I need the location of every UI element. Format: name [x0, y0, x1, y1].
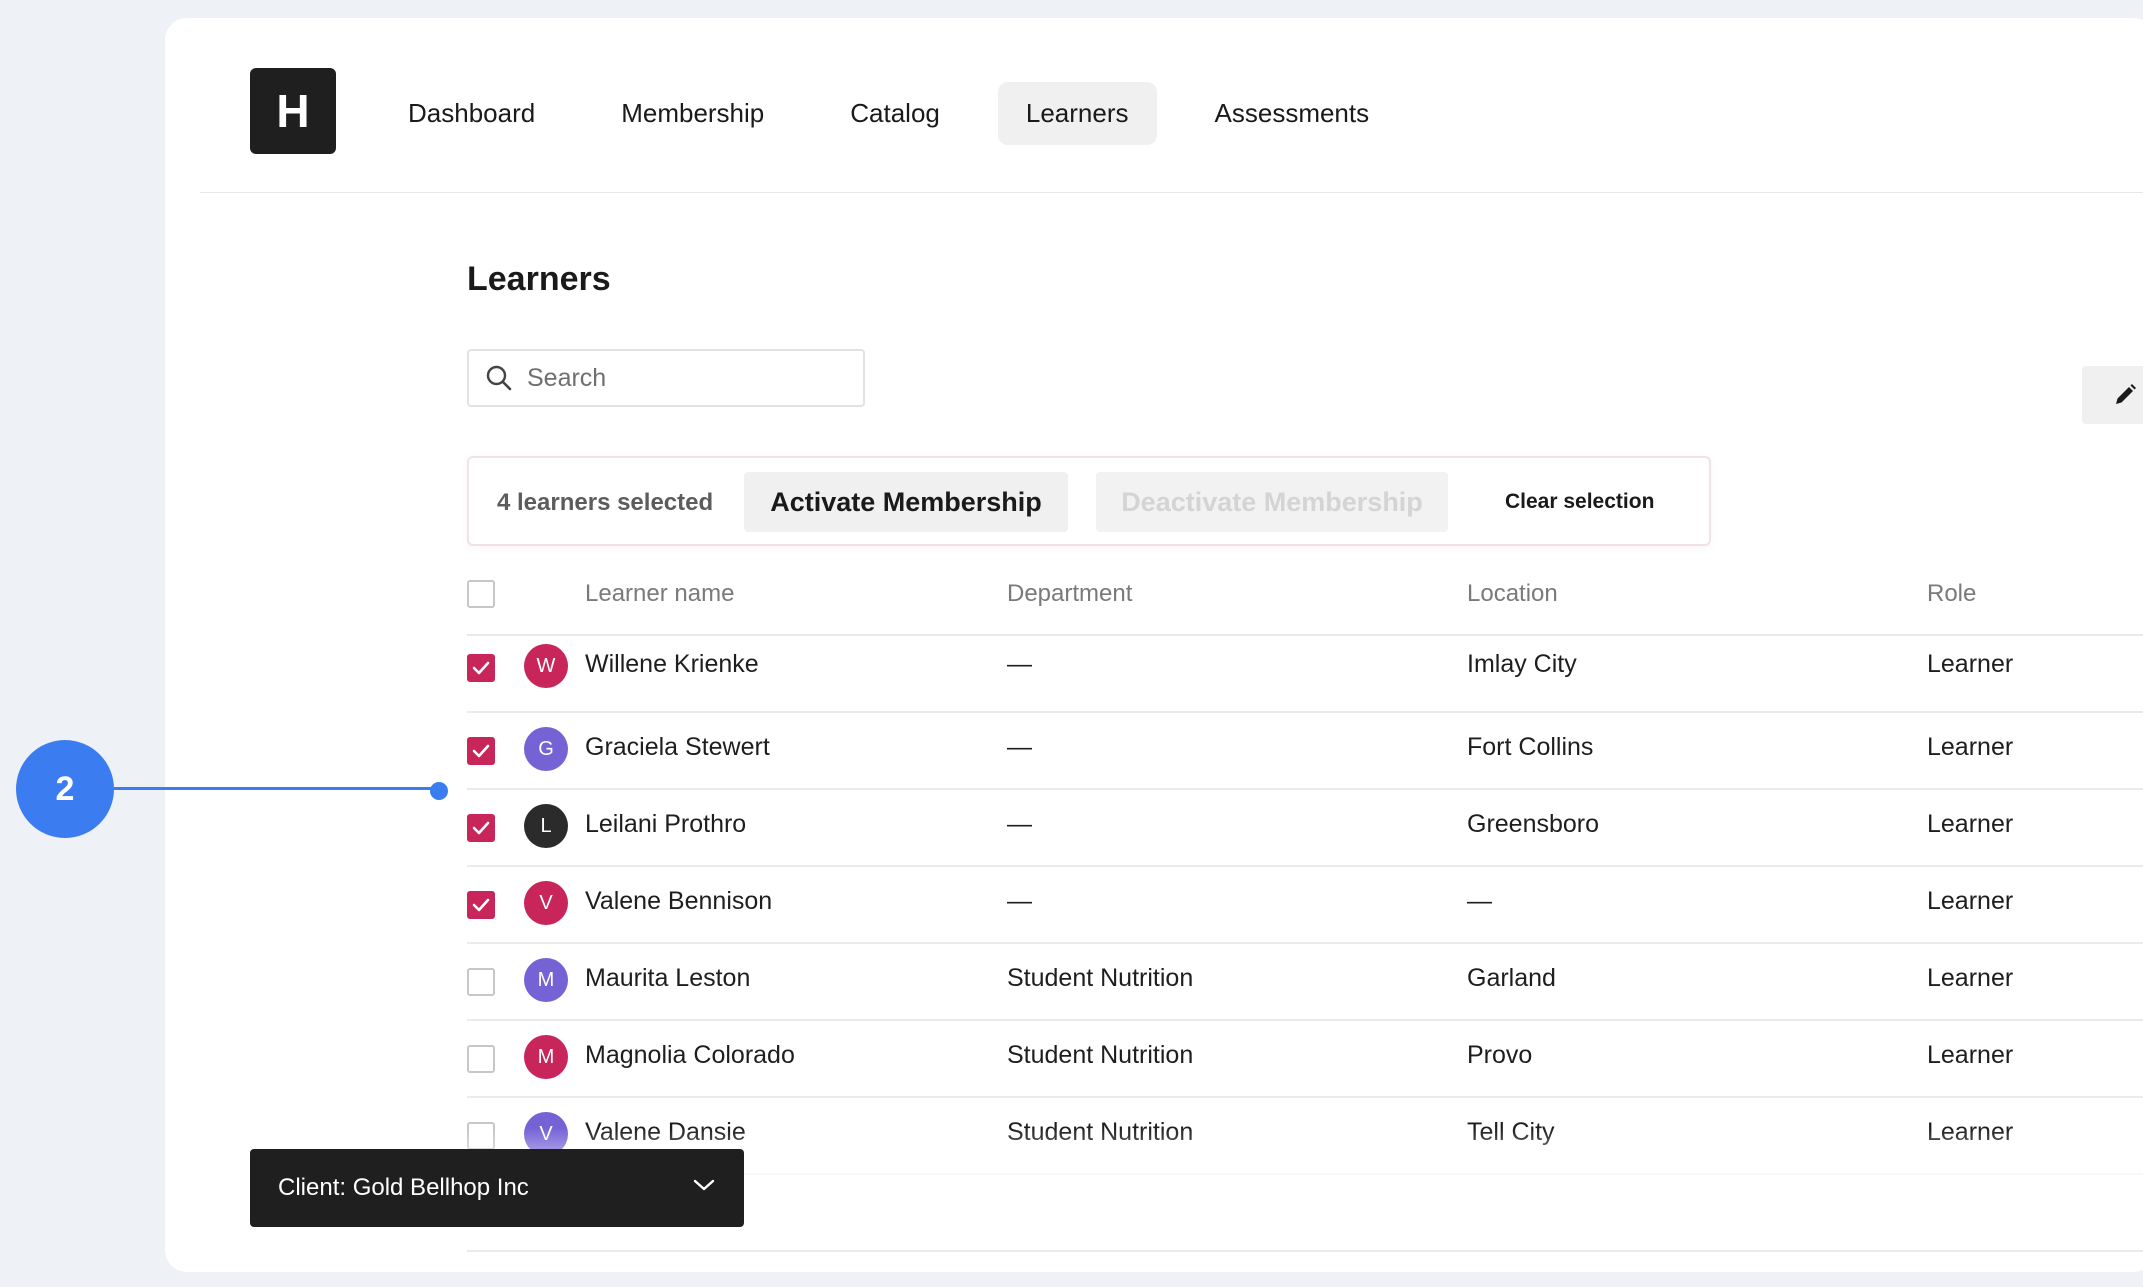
- learner-name[interactable]: Willene Krienke: [585, 650, 759, 679]
- selected-count: 4 learners selected: [497, 489, 714, 516]
- row-checkbox[interactable]: [467, 737, 495, 765]
- clear-selection-button[interactable]: Clear selection: [1505, 490, 1654, 514]
- department-cell: Student Nutrition: [1007, 1041, 1194, 1069]
- checkmark-icon: [472, 661, 490, 675]
- nav-learners[interactable]: Learners: [997, 82, 1157, 145]
- app-logo[interactable]: H: [250, 68, 336, 154]
- learner-name[interactable]: Leilani Prothro: [585, 810, 746, 839]
- activate-membership-button[interactable]: Activate Membership: [744, 472, 1068, 532]
- edit-button[interactable]: [2082, 366, 2143, 424]
- callout-connector: [114, 787, 440, 790]
- row-checkbox[interactable]: [467, 814, 495, 842]
- learner-name[interactable]: Magnolia Colorado: [585, 1041, 795, 1070]
- role-cell: Learner: [1927, 1195, 2014, 1223]
- client-label: Client: Gold Bellhop Inc: [278, 1174, 529, 1201]
- department-cell: Student Nutrition: [1007, 1118, 1194, 1146]
- nav-assessments[interactable]: Assessments: [1187, 82, 1398, 145]
- header-divider: [200, 192, 2143, 193]
- chevron-down-icon: [693, 1179, 715, 1191]
- role-cell: Learner: [1927, 887, 2014, 915]
- bulk-action-bar: 4 learners selected Activate Membership …: [467, 456, 1711, 546]
- role-cell: Learner: [1927, 964, 2014, 992]
- avatar: M: [524, 1035, 568, 1079]
- table-header: Learner name Department Location Role: [467, 558, 2143, 636]
- search-icon: [486, 365, 512, 391]
- nav-membership[interactable]: Membership: [593, 82, 792, 145]
- role-cell: Learner: [1927, 650, 2014, 678]
- table-row[interactable]: W Willene Krienke — Imlay City Learner: [467, 636, 2143, 713]
- deactivate-membership-button[interactable]: Deactivate Membership: [1096, 472, 1448, 532]
- row-checkbox[interactable]: [467, 1045, 495, 1073]
- table-row[interactable]: V Valene Bennison — — Learner: [467, 867, 2143, 944]
- location-cell: Provo: [1467, 1041, 1533, 1069]
- main-card: H Dashboard Membership Catalog Learners …: [165, 18, 2143, 1272]
- location-cell: Garland: [1467, 964, 1556, 992]
- table-row[interactable]: M Magnolia Colorado Student Nutrition Provo…: [467, 1021, 2143, 1098]
- avatar: L: [524, 804, 568, 848]
- row-checkbox[interactable]: [467, 654, 495, 682]
- column-header-name[interactable]: Learner name: [585, 580, 734, 608]
- department-cell: Student Nutrition: [1007, 964, 1194, 992]
- role-cell: Learner: [1927, 1118, 2014, 1146]
- location-cell: Greensboro: [1467, 810, 1600, 838]
- column-header-role[interactable]: Role: [1927, 580, 1976, 608]
- logo-letter: H: [276, 85, 310, 137]
- department-cell: AUS: [1007, 1195, 1059, 1223]
- row-checkbox[interactable]: [467, 968, 495, 996]
- avatar: V: [524, 881, 568, 925]
- row-checkbox[interactable]: [467, 1122, 495, 1150]
- learner-name[interactable]: Valene Dansie: [585, 1118, 746, 1147]
- location-cell: New York: [1467, 1195, 1573, 1223]
- table-row[interactable]: L Leilani Prothro — Greensboro Learner: [467, 790, 2143, 867]
- pencil-icon: [2116, 384, 2136, 404]
- learner-name[interactable]: Graciela Stewert: [585, 733, 770, 762]
- row-checkbox[interactable]: [467, 891, 495, 919]
- select-all-checkbox[interactable]: [467, 580, 495, 608]
- table-row[interactable]: M Maurita Leston Student Nutrition Garland L…: [467, 944, 2143, 1021]
- role-cell: Learner: [1927, 1041, 2014, 1069]
- table-row[interactable]: G Graciela Stewert — Fort Collins Learner: [467, 713, 2143, 790]
- department-cell: —: [1007, 733, 1032, 761]
- search-input[interactable]: [525, 362, 849, 394]
- role-cell: Learner: [1927, 810, 2014, 838]
- department-cell: —: [1007, 887, 1032, 915]
- column-header-department[interactable]: Department: [1007, 580, 1132, 608]
- department-cell: —: [1007, 810, 1032, 838]
- department-cell: —: [1007, 650, 1032, 678]
- checkmark-icon: [472, 744, 490, 758]
- location-cell: Tell City: [1467, 1118, 1555, 1146]
- column-header-location[interactable]: Location: [1467, 580, 1558, 608]
- learner-name[interactable]: Valene Bennison: [585, 887, 772, 916]
- page-title: Learners: [467, 260, 611, 298]
- avatar: W: [524, 644, 568, 688]
- location-cell: Fort Collins: [1467, 733, 1594, 761]
- client-selector[interactable]: Client: Gold Bellhop Inc: [250, 1149, 744, 1227]
- avatar: G: [524, 727, 568, 771]
- avatar: M: [524, 958, 568, 1002]
- learner-name[interactable]: Maurita Leston: [585, 964, 750, 993]
- nav-dashboard[interactable]: Dashboard: [380, 82, 563, 145]
- step-callout-badge: 2: [16, 740, 114, 838]
- checkmark-icon: [472, 898, 490, 912]
- search-box[interactable]: [467, 349, 865, 407]
- location-cell: —: [1467, 887, 1492, 915]
- learners-table: Learner name Department Location Role WW…: [467, 558, 2143, 1252]
- callout-pointer-dot: [430, 782, 448, 800]
- location-cell: Imlay City: [1467, 650, 1577, 678]
- checkmark-icon: [472, 821, 490, 835]
- top-nav: Dashboard Membership Catalog Learners As…: [380, 82, 1427, 145]
- role-cell: Learner: [1927, 733, 2014, 761]
- nav-catalog[interactable]: Catalog: [822, 82, 968, 145]
